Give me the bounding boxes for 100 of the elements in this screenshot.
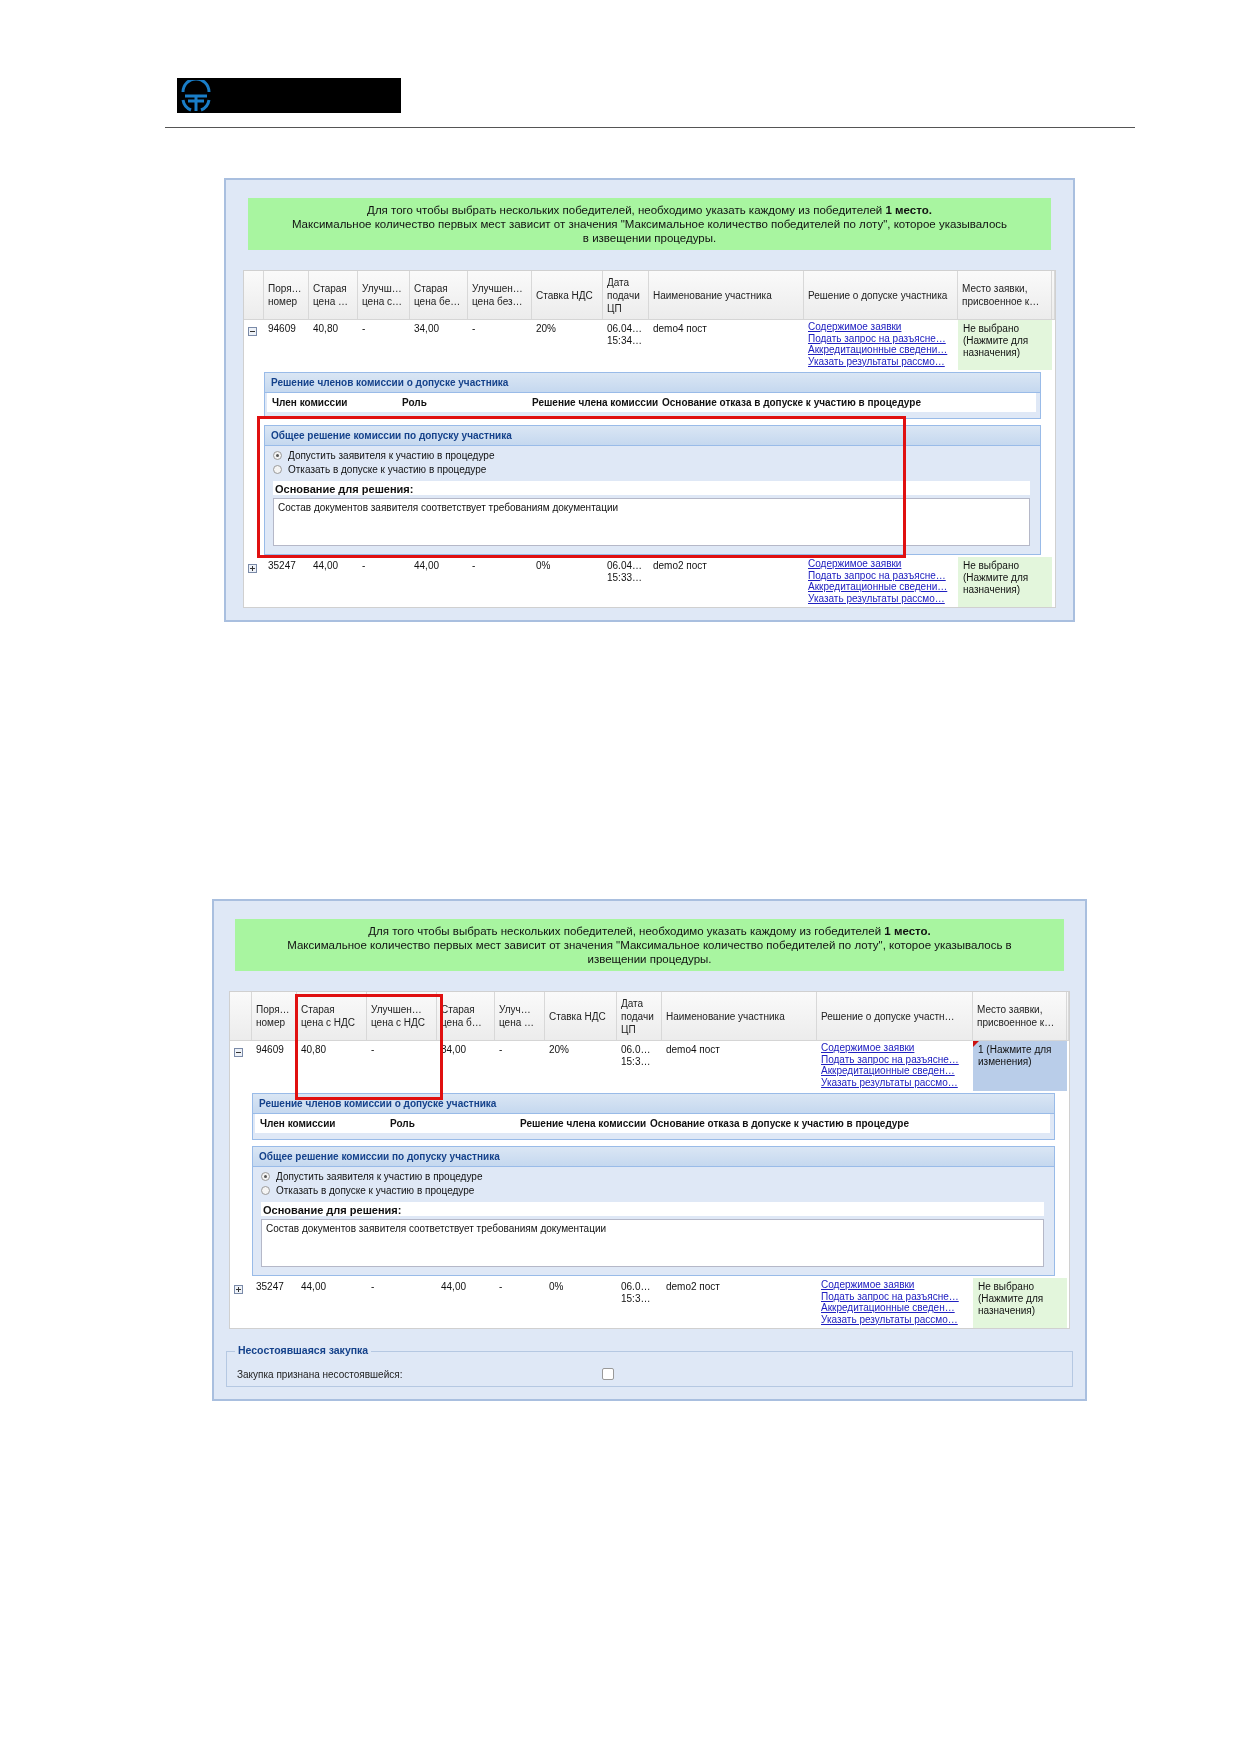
table-cell-text: 06.04… 15:34… [606,322,644,348]
table-cell-text: 44,00 [300,1280,328,1294]
action-link[interactable]: Указать результаты рассмо… [821,1076,969,1088]
action-link[interactable]: Указать результаты рассмо… [808,355,954,367]
action-link[interactable]: Подать запрос на разъясне… [821,1053,969,1065]
field-label: Основание для решения: [273,481,1030,495]
action-link[interactable]: Аккредитационные сведени… [808,581,954,593]
column-header[interactable]: Ставка НДС [532,271,603,319]
column-header[interactable]: Улучш… цена с… [358,271,410,319]
place-cell[interactable]: Не выбрано (Нажмите для назначения) [973,1278,1067,1328]
expand-icon[interactable] [248,564,257,573]
action-link[interactable]: Содержимое заявки [808,558,954,570]
column-header[interactable]: Поря… номер [252,992,297,1040]
column-header[interactable]: Наименование участника [649,271,804,319]
column-header[interactable]: Решение члена комиссии [520,1118,650,1129]
radio-icon[interactable] [273,451,282,460]
table-cell-text: 40,80 [312,322,340,336]
place-cell[interactable]: Не выбрано (Нажмите для назначения) [958,557,1052,607]
radio-option[interactable]: Допустить заявителя к участию в процедуре [261,1171,1044,1182]
panel-title: Общее решение комиссии по допуску участника [265,426,1040,446]
column-header[interactable]: Улучшен… цена с НДС [367,992,437,1040]
radio-label: Отказать в допуске к участию в процедуре [276,1185,475,1196]
table-cell-text: demo2 пост [652,559,708,573]
action-link[interactable]: Аккредитационные сведен… [821,1065,969,1077]
table-cell-text: demo4 пост [652,322,708,336]
emblem-icon [179,79,213,112]
column-header[interactable]: Решение о допуске участника [804,271,958,319]
column-header[interactable]: Улуч… цена … [495,992,545,1040]
action-link[interactable]: Указать результаты рассмо… [808,592,954,604]
action-link[interactable]: Содержимое заявки [821,1279,969,1291]
action-link[interactable]: Подать запрос на разъясне… [808,332,954,344]
table-cell-text: demo4 пост [665,1043,721,1057]
field-label: Закупка признана несостоявшейся: [237,1368,403,1380]
action-link[interactable]: Аккредитационные сведени… [808,344,954,356]
edited-marker-icon [973,1041,979,1047]
column-header[interactable]: Дата подачи ЦП [617,992,662,1040]
action-link[interactable]: Содержимое заявки [821,1042,969,1054]
group-title: Несостоявшаяся закупка [235,1344,372,1356]
table-cell-text: 06.0… 15:3… [620,1280,652,1306]
column-header[interactable]: Основание отказа в допуске к участию в процедуре [650,1118,1045,1129]
action-link[interactable]: Содержимое заявки [808,321,954,333]
radio-icon[interactable] [261,1172,270,1181]
checkbox[interactable] [602,1368,615,1380]
place-cell[interactable]: 1 (Нажмите для изменения) [973,1041,1067,1091]
radio-option[interactable]: Отказать в допуске к участию в процедуре [261,1185,1044,1196]
table-cell-text: 06.04… 15:33… [606,559,644,585]
table-cell-text: 0% [548,1280,565,1294]
column-header[interactable]: Место заявки, присвоенное к… [958,271,1052,319]
column-header[interactable]: Ставка НДС [545,992,617,1040]
reason-field[interactable]: Состав документов заявителя соответствует требованиям документации [273,498,1030,546]
column-header[interactable]: Наименование участника [662,992,817,1040]
place-cell[interactable]: Не выбрано (Нажмите для назначения) [958,320,1052,370]
action-link[interactable]: Подать запрос на разъясне… [821,1290,969,1302]
table-cell-text: - [370,1280,376,1294]
column-header[interactable]: Член комиссии [260,1118,390,1129]
action-link[interactable]: Подать запрос на разъясне… [808,569,954,581]
column-header[interactable]: Улучшен… цена без… [468,271,532,319]
column-header[interactable]: Старая цена бе… [410,271,468,319]
table-cell-text: 35247 [267,559,297,573]
column-header[interactable]: Член комиссии [272,397,402,408]
radio-label: Допустить заявителя к участию в процедуре [276,1171,483,1182]
table-cell-text: 34,00 [413,322,441,336]
column-header[interactable]: Дата подачи ЦП [603,271,649,319]
table-cell-text: 44,00 [413,559,441,573]
column-header[interactable]: Роль [402,397,532,408]
column-header[interactable]: Решение о допуске участн… [817,992,973,1040]
radio-label: Допустить заявителя к участию в процедуре [288,450,495,461]
collapse-icon[interactable] [248,327,257,336]
radio-icon[interactable] [273,465,282,474]
reason-field[interactable]: Состав документов заявителя соответствует требованиям документации [261,1219,1044,1267]
column-header[interactable]: Старая цена с НДС [297,992,367,1040]
panel-title: Решение членов комиссии о допуске участника [253,1094,1054,1114]
expand-icon[interactable] [234,1285,243,1294]
table-cell-text: 0% [535,559,552,573]
column-header[interactable]: Старая цена … [309,271,358,319]
action-link[interactable]: Аккредитационные сведен… [821,1302,969,1314]
collapse-icon[interactable] [234,1048,243,1057]
table-cell-text: - [361,559,367,573]
radio-icon[interactable] [261,1186,270,1195]
notice-text: Для того чтобы выбрать нескольких победителей, необходимо указать каждому из гобедителей 1 место. [367,924,932,938]
table-cell-text: 20% [548,1043,570,1057]
table-cell-text: - [471,559,477,573]
column-header[interactable]: Поря… номер [264,271,309,319]
table-cell-text: 35247 [255,1280,285,1294]
notice-text: Для того чтобы выбрать нескольких победителей, необходимо указать каждому из победителей 1 место. [366,203,933,217]
table-cell-text: 44,00 [312,559,340,573]
notice-text: Максимальное количество первых мест зависит от значения "Максимальное количество победителей по лоту", которое указывалось в извещении процедуры. [286,938,1013,966]
column-header[interactable]: Основание отказа в допуске к участию в процедуре [662,397,1031,408]
table-cell-text: 34,00 [440,1043,468,1057]
radio-option[interactable]: Отказать в допуске к участию в процедуре [273,464,1030,475]
column-header[interactable]: Место заявки, присвоенное к… [973,992,1067,1040]
table-cell-text: 40,80 [300,1043,328,1057]
table-cell-text: demo2 пост [665,1280,721,1294]
table-cell-text: 44,00 [440,1280,468,1294]
column-header[interactable]: Решение члена комиссии [532,397,662,408]
panel-title: Решение членов комиссии о допуске участника [265,373,1040,393]
action-link[interactable]: Указать результаты рассмо… [821,1313,969,1325]
panel-title: Общее решение комиссии по допуску участника [253,1147,1054,1167]
column-header[interactable]: Роль [390,1118,520,1129]
radio-option[interactable]: Допустить заявителя к участию в процедуре [273,450,1030,461]
